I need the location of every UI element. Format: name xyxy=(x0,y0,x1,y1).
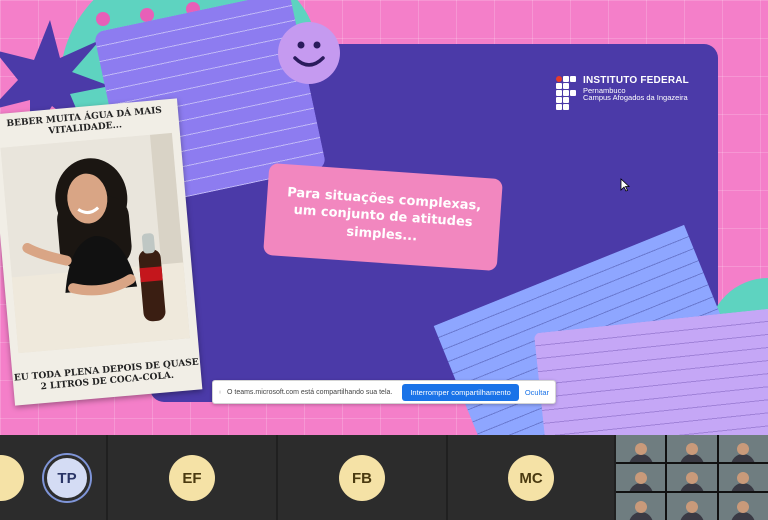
meme-photo-card: BEBER MUITA ÁGUA DÁ MAIS VITALIDADE... E… xyxy=(0,98,203,406)
hide-button[interactable]: Ocultar xyxy=(525,388,549,397)
participant-video[interactable] xyxy=(718,493,768,520)
participant-video[interactable] xyxy=(718,464,768,491)
mouse-cursor-icon xyxy=(620,178,630,192)
avatar: EF xyxy=(169,455,215,501)
institute-logo-icon xyxy=(556,76,576,110)
share-message: O teams.microsoft.com está compartilhand… xyxy=(226,388,393,396)
shared-screen-slide: INSTITUTO FEDERAL Pernambuco Campus Afog… xyxy=(0,0,768,435)
screen-share-bar: O teams.microsoft.com está compartilhand… xyxy=(212,380,556,404)
quote-text: Para situações complexas, um conjunto de… xyxy=(286,184,482,245)
participant-video[interactable] xyxy=(667,464,717,491)
meme-caption-bottom: EU TODA PLENA DEPOIS DE QUASE 2 LITROS D… xyxy=(13,357,200,393)
participant-tile-fb[interactable]: FB xyxy=(278,435,446,520)
avatar: MC xyxy=(508,455,554,501)
participant-video[interactable] xyxy=(667,493,717,520)
participant-tile-tp[interactable]: TP xyxy=(30,435,106,520)
participant-tile[interactable] xyxy=(0,435,30,520)
participant-video[interactable] xyxy=(616,435,666,462)
participant-tile-mc[interactable]: MC xyxy=(448,435,614,520)
participant-strip: TP EF FB MC xyxy=(0,435,768,520)
participant-tile-ef[interactable]: EF xyxy=(108,435,276,520)
participant-video[interactable] xyxy=(616,493,666,520)
avatar: TP xyxy=(44,455,90,501)
institute-name: INSTITUTO FEDERAL xyxy=(583,75,689,86)
participant-video[interactable] xyxy=(667,435,717,462)
avatar: FB xyxy=(339,455,385,501)
institute-logo: INSTITUTO FEDERAL Pernambuco Campus Afog… xyxy=(556,75,689,110)
quote-box: Para situações complexas, um conjunto de… xyxy=(263,162,503,272)
participant-video[interactable] xyxy=(616,464,666,491)
institute-campus: Campus Afogados da Ingazeira xyxy=(583,93,688,103)
avatar xyxy=(0,455,24,501)
meme-photo xyxy=(0,132,203,358)
drag-handle-icon[interactable] xyxy=(219,387,221,397)
participant-video[interactable] xyxy=(718,435,768,462)
smiley-icon xyxy=(278,22,340,84)
stop-sharing-button[interactable]: Interromper compartilhamento xyxy=(402,383,519,401)
participant-video-grid[interactable] xyxy=(616,435,768,520)
